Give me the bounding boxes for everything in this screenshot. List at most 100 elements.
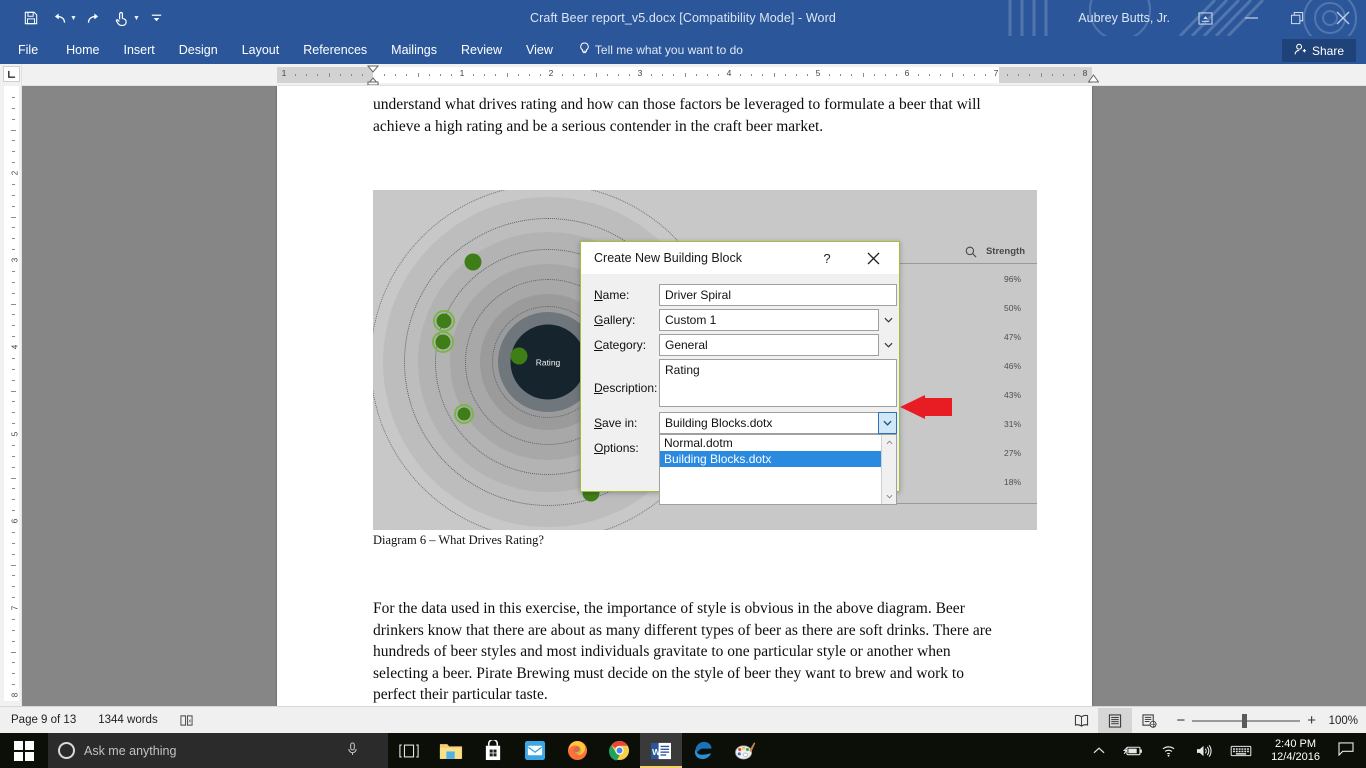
taskbar-clock[interactable]: 2:40 PM 12/4/2016 [1261,738,1330,764]
scroll-down-icon[interactable] [882,489,897,504]
strength-value: 18% [1003,477,1021,487]
show-hidden-icons-button[interactable] [1084,746,1114,755]
share-person-icon [1294,43,1307,59]
close-window-button[interactable] [1320,0,1366,36]
indent-marker-top[interactable] [367,65,379,85]
zoom-slider-track[interactable] [1192,713,1301,728]
vertical-ruler-tick [12,96,15,98]
diagram-caption: Diagram 6 – What Drives Rating? [373,533,544,547]
word-count[interactable]: 1344 words [87,714,168,726]
battery-icon[interactable] [1114,744,1152,757]
tab-insert[interactable]: Insert [112,36,167,64]
tab-review[interactable]: Review [449,36,514,64]
vertical-ruler-tick [12,314,15,316]
category-combobox[interactable]: General [659,334,897,356]
strength-value: 96% [1003,274,1021,284]
file-explorer-icon[interactable] [430,733,472,768]
tab-layout[interactable]: Layout [230,36,292,64]
ruler-tick [740,74,742,76]
proofing-errors-icon[interactable]: x [169,714,204,727]
zoom-slider-thumb[interactable] [1242,713,1248,728]
save-in-field-label: Save in: [594,416,638,430]
action-center-icon[interactable] [1330,742,1366,759]
scroll-up-icon[interactable] [882,435,897,450]
vertical-ruler-tick [12,336,15,338]
save-in-dropdown-list[interactable]: Normal.dotm Building Blocks.dotx [659,434,897,505]
task-view-icon[interactable] [388,733,430,768]
chrome-icon[interactable] [598,733,640,768]
keyboard-icon[interactable] [1221,744,1261,758]
minimize-window-button[interactable] [1228,0,1274,36]
zoom-in-button[interactable]: + [1307,712,1316,729]
search-icon[interactable] [965,246,977,261]
read-mode-view-button[interactable] [1064,708,1098,733]
ribbon-display-options-icon[interactable] [1182,0,1228,36]
name-input[interactable]: Driver Spiral [659,284,897,306]
zoom-out-button[interactable]: − [1176,712,1185,729]
paint-icon[interactable] [724,733,766,768]
edge-icon[interactable] [682,733,724,768]
vertical-ruler-tick [12,575,15,577]
ribbon-tab-bar: File Home Insert Design Layout Reference… [0,36,1366,64]
ruler-number: 7 [993,68,999,78]
chevron-down-icon[interactable] [878,412,897,434]
horizontal-ruler[interactable]: 1 1 2 3 4 5 6 7 8 [22,64,1366,86]
zoom-level[interactable]: 100% [1326,715,1366,727]
microsoft-store-icon[interactable] [472,733,514,768]
ruler-tick [295,74,297,76]
volume-icon[interactable] [1186,744,1221,758]
ruler-tick [829,74,831,76]
strength-value: 47% [1003,332,1021,342]
vertical-ruler-tick [12,586,15,588]
vertical-ruler-tick [12,118,15,120]
dropdown-option-normal[interactable]: Normal.dotm [660,435,896,451]
tab-references[interactable]: References [291,36,379,64]
ruler-tick [1040,73,1042,77]
web-layout-view-button[interactable] [1132,708,1166,733]
ruler-tick [595,73,597,77]
share-button[interactable]: Share [1281,39,1356,62]
rating-center-label: Rating [535,357,561,367]
description-textarea[interactable]: Rating [659,359,897,407]
tell-me-search[interactable]: Tell me what you want to do [565,42,743,58]
word-icon[interactable]: W [640,733,682,768]
tab-view[interactable]: View [514,36,565,64]
zoom-slider-group[interactable]: − + [1166,712,1326,729]
gallery-combobox[interactable]: Custom 1 [659,309,897,331]
restore-window-button[interactable] [1274,0,1320,36]
right-indent-marker[interactable] [1088,74,1099,83]
cortana-icon [58,742,75,759]
help-button[interactable]: ? [813,242,841,274]
print-layout-view-button[interactable] [1098,708,1133,733]
description-field-label: Description: [594,381,658,395]
page-indicator[interactable]: Page 9 of 13 [0,714,87,726]
start-button[interactable] [0,733,48,768]
chevron-down-icon[interactable] [878,309,897,331]
save-in-combobox[interactable]: Building Blocks.dotx [659,412,897,434]
dropdown-option-building-blocks[interactable]: Building Blocks.dotx [660,451,896,467]
strength-value: 46% [1003,361,1021,371]
mail-icon[interactable] [514,733,556,768]
dropdown-scrollbar[interactable] [881,435,896,504]
tab-design[interactable]: Design [167,36,230,64]
vertical-ruler-tick [12,455,15,457]
vertical-ruler-tick [12,325,15,327]
cortana-search-box[interactable]: Ask me anything [48,733,388,768]
vertical-ruler-tick [12,412,15,414]
tab-selector-button[interactable] [3,66,20,82]
red-pointer-arrow [900,395,952,419]
vertical-ruler-tick [12,357,15,359]
account-name[interactable]: Aubrey Butts, Jr. [1066,11,1182,25]
tab-file[interactable]: File [0,36,54,64]
tab-mailings[interactable]: Mailings [379,36,449,64]
tab-home[interactable]: Home [54,36,111,64]
microphone-icon[interactable] [347,742,358,759]
network-icon[interactable] [1152,744,1186,757]
chevron-down-icon[interactable] [878,334,897,356]
ruler-number: 1 [281,68,287,78]
ruler-tick [962,74,964,76]
close-icon[interactable] [853,242,893,274]
vertical-ruler[interactable]: 2 3 4 5 6 7 8 [0,64,22,706]
firefox-icon[interactable] [556,733,598,768]
status-bar-right: − + 100% [1064,707,1366,734]
